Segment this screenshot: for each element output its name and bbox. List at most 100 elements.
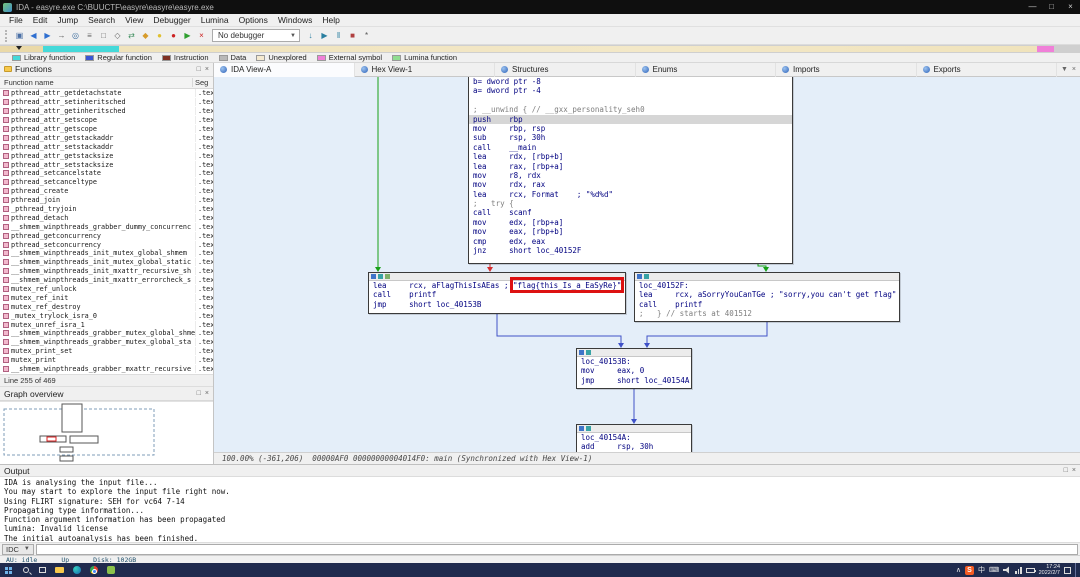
- column-seg[interactable]: Seg: [193, 78, 213, 87]
- battery-icon[interactable]: [1025, 567, 1036, 573]
- basic-block-entry[interactable]: b= dword ptr -8 a= dword ptr -4 ; __unwind…: [468, 77, 793, 264]
- cancel-icon[interactable]: ×: [195, 29, 208, 42]
- task-view-button[interactable]: [34, 563, 51, 577]
- column-function-name[interactable]: Function name: [0, 77, 193, 87]
- function-row[interactable]: pthread_setcanceltype .text: [0, 178, 213, 187]
- back-icon[interactable]: ◀: [27, 29, 40, 42]
- forward-icon[interactable]: ▶: [41, 29, 54, 42]
- debug-stop-icon[interactable]: ■: [346, 29, 359, 42]
- function-row[interactable]: pthread_setcancelstate .text: [0, 169, 213, 178]
- function-row[interactable]: __shmem_winpthreads_grabber_mutex_global…: [0, 338, 213, 347]
- function-row[interactable]: pthread_create .text: [0, 187, 213, 196]
- save-icon[interactable]: ▣: [13, 29, 26, 42]
- tab-hex-view-1[interactable]: Hex View-1: [355, 62, 495, 77]
- tab-ida-view-a[interactable]: IDA View-A: [214, 62, 355, 77]
- functions-column-header[interactable]: Function name Seg: [0, 76, 213, 89]
- function-row[interactable]: __shmem_winpthreads_grabber_dummy_concur…: [0, 222, 213, 231]
- graph-overview-header[interactable]: Graph overview □ ×: [0, 387, 213, 402]
- function-row[interactable]: mutex_print_set .text: [0, 347, 213, 356]
- menu-debugger[interactable]: Debugger: [148, 15, 195, 25]
- function-row[interactable]: pthread_attr_getscope .text: [0, 124, 213, 134]
- function-row[interactable]: mutex_print .text: [0, 356, 213, 365]
- tray-expand-icon[interactable]: ∧: [956, 566, 961, 574]
- function-row[interactable]: __shmem_winpthreads_init_mxattr_recursiv…: [0, 267, 213, 276]
- basic-block-epilogue[interactable]: loc_40154A: add rsp, 30h: [576, 424, 692, 452]
- run-icon[interactable]: ▶: [181, 29, 194, 42]
- function-row[interactable]: pthread_attr_getstacksize .text: [0, 151, 213, 160]
- menu-help[interactable]: Help: [317, 15, 344, 25]
- function-row[interactable]: mutex_ref_unlock .text: [0, 284, 213, 294]
- tab-exports[interactable]: Exports: [917, 62, 1057, 77]
- close-panel-icon[interactable]: ×: [1072, 467, 1076, 474]
- sogou-input-icon[interactable]: S: [964, 565, 974, 575]
- basic-block-join[interactable]: loc_40153B: mov eax, 0 jmp short loc_40154…: [576, 348, 692, 389]
- search-icon[interactable]: ◎: [69, 29, 82, 42]
- function-row[interactable]: pthread_attr_setscope .text: [0, 116, 213, 125]
- function-row[interactable]: pthread_attr_setstacksize .text: [0, 160, 213, 169]
- function-row[interactable]: pthread_attr_getinheritsched .text: [0, 107, 213, 116]
- function-row[interactable]: pthread_attr_setstackaddr .text: [0, 142, 213, 151]
- show-desktop-button[interactable]: [1075, 563, 1078, 577]
- language-indicator[interactable]: 中: [978, 565, 985, 575]
- enums-icon[interactable]: ◇: [111, 29, 124, 42]
- basic-block-sorry[interactable]: loc_40152F: lea rcx, aSorryYouCanTGe ; "s…: [634, 272, 900, 322]
- keyboard-icon[interactable]: ⌨: [989, 566, 999, 574]
- debug-pause-icon[interactable]: ‖: [332, 29, 345, 42]
- close-view-icon[interactable]: ×: [1072, 66, 1076, 73]
- colorize-icon[interactable]: ◆: [139, 29, 152, 42]
- cli-language-select[interactable]: IDC ▼: [2, 543, 34, 555]
- function-row[interactable]: __shmem_winpthreads_grabber_mxattr_recur…: [0, 364, 213, 374]
- function-row[interactable]: _mutex_trylock_isra_0 .text: [0, 311, 213, 320]
- function-row[interactable]: __shmem_winpthreads_grabber_mutex_global…: [0, 329, 213, 338]
- idc-command-input[interactable]: [35, 543, 1078, 555]
- function-row[interactable]: pthread_setconcurrency .text: [0, 240, 213, 249]
- debug-attach-icon[interactable]: ↓: [304, 29, 317, 42]
- float-panel-icon[interactable]: □: [197, 390, 201, 397]
- taskbar-clock[interactable]: 17:24 2022/2/7: [1039, 564, 1060, 576]
- debugger-select[interactable]: No debugger ▼: [212, 29, 300, 42]
- options-icon[interactable]: *: [360, 29, 373, 42]
- menu-jump[interactable]: Jump: [52, 15, 83, 25]
- function-row[interactable]: __shmem_winpthreads_init_mutex_global_st…: [0, 258, 213, 267]
- float-panel-icon[interactable]: □: [197, 66, 201, 73]
- start-button[interactable]: [0, 563, 17, 577]
- menu-lumina[interactable]: Lumina: [196, 15, 234, 25]
- function-row[interactable]: pthread_attr_getdetachstate .text: [0, 89, 213, 98]
- function-row[interactable]: __shmem_winpthreads_init_mutex_global_sh…: [0, 249, 213, 258]
- breakpoint-icon[interactable]: ●: [167, 29, 180, 42]
- function-row[interactable]: pthread_getconcurrency .text: [0, 231, 213, 240]
- names-list-icon[interactable]: ≡: [83, 29, 96, 42]
- search-button[interactable]: [17, 563, 34, 577]
- toolbar-grip[interactable]: [5, 29, 10, 42]
- function-row[interactable]: _pthread_tryjoin .text: [0, 204, 213, 214]
- function-row[interactable]: mutex_ref_init .text: [0, 293, 213, 302]
- chrome-browser-button[interactable]: [85, 563, 102, 577]
- navigation-band[interactable]: [0, 45, 1080, 53]
- tab-enums[interactable]: Enums: [636, 62, 776, 77]
- maximize-button[interactable]: □: [1042, 0, 1061, 14]
- minimize-button[interactable]: —: [1023, 0, 1042, 14]
- graph-overview-minimap[interactable]: [0, 401, 213, 465]
- tab-list-icon[interactable]: ▼: [1061, 66, 1068, 73]
- function-row[interactable]: pthread_attr_setinheritsched .text: [0, 98, 213, 107]
- volume-icon[interactable]: [1003, 566, 1011, 574]
- function-row[interactable]: pthread_attr_getstackaddr .text: [0, 133, 213, 142]
- ida-taskbar-button[interactable]: [102, 563, 119, 577]
- function-row[interactable]: pthread_detach .text: [0, 213, 213, 222]
- float-panel-icon[interactable]: □: [1064, 467, 1068, 474]
- function-row[interactable]: mutex_ref_destroy .text: [0, 302, 213, 311]
- debug-run-icon[interactable]: ▶: [318, 29, 331, 42]
- functions-panel-header[interactable]: Functions □ ×: [0, 63, 213, 77]
- jump-address-icon[interactable]: →: [55, 29, 68, 42]
- menu-search[interactable]: Search: [83, 15, 120, 25]
- close-button[interactable]: ×: [1061, 0, 1080, 14]
- edge-browser-button[interactable]: [68, 563, 85, 577]
- action-center-icon[interactable]: [1064, 566, 1071, 574]
- close-panel-icon[interactable]: ×: [205, 390, 209, 397]
- output-log[interactable]: IDA is analysing the input file... You ma…: [0, 477, 1080, 542]
- network-icon[interactable]: [1015, 566, 1022, 574]
- function-row[interactable]: mutex_unref_isra_1 .text: [0, 320, 213, 329]
- function-row[interactable]: pthread_join .text: [0, 196, 213, 205]
- functions-list[interactable]: pthread_attr_getdetachstate .text pthrea…: [0, 88, 213, 375]
- bookmark-icon[interactable]: ●: [153, 29, 166, 42]
